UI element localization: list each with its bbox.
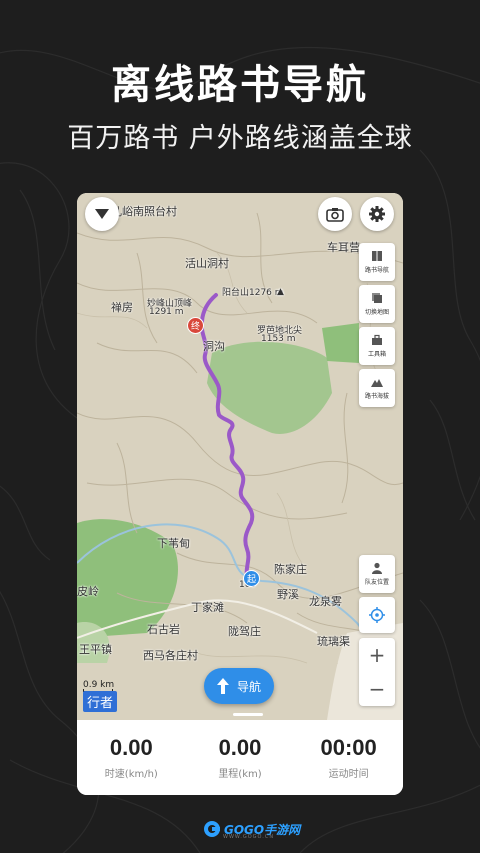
navigate-button[interactable]: 导航: [204, 668, 274, 704]
arrow-up-icon: [216, 678, 229, 694]
route-book-nav-label: 路书导航: [364, 267, 389, 274]
map-label-yexi: 野溪: [277, 588, 299, 601]
map-label-village-top: 儿峪南照台村: [111, 205, 177, 218]
switch-map-button[interactable]: 切换地图: [359, 285, 395, 323]
toolbox-button[interactable]: 工具箱: [359, 327, 395, 365]
map-view[interactable]: 儿峪南照台村 活山洞村 禅房 妙峰山顶峰 1291 m 阳台山1276 m ▲ …: [77, 193, 403, 720]
map-label-chanfang: 禅房: [111, 301, 133, 314]
map-label-miaofeng-elev: 1291 m: [149, 307, 184, 317]
toolbox-label: 工具箱: [367, 351, 386, 358]
brand-logo-sub: WWW.GOGO.CN: [223, 834, 275, 840]
zoom-out-button[interactable]: −: [359, 672, 395, 706]
locate-button[interactable]: [359, 597, 395, 633]
peak-marker-icon: ▲: [277, 287, 284, 297]
crosshair-icon: [369, 607, 385, 623]
terrain-layer: [77, 193, 403, 720]
map-label-cheer: 车耳营: [327, 241, 360, 254]
map-label-shigu: 石古岩: [147, 623, 180, 636]
stat-time-caption: 运动时间: [328, 769, 369, 780]
map-label-xima: 西马各庄村: [143, 649, 198, 662]
start-marker[interactable]: 起: [243, 570, 260, 587]
gogo-logo-icon: [204, 821, 220, 837]
map-label-huoshan: 活山洞村: [185, 257, 229, 270]
toolbox-icon: [372, 334, 382, 345]
team-location-button[interactable]: 队友位置: [359, 555, 395, 593]
stat-distance-value: 0.00: [218, 735, 262, 760]
triangle-down-icon: [95, 209, 109, 219]
drag-handle[interactable]: [233, 713, 263, 717]
map-label-yangtai: 阳台山1276 m: [222, 288, 284, 298]
map-label-longquan: 龙泉雾: [309, 595, 342, 608]
mountain-icon: [371, 379, 383, 387]
zoom-in-button[interactable]: +: [359, 638, 395, 672]
map-label-longjia: 陇驾庄: [228, 625, 261, 638]
stat-time-value: 00:00: [320, 735, 377, 760]
stat-distance: 0.00 里程(km): [190, 735, 290, 780]
layers-icon: [372, 293, 382, 303]
stat-speed-value: 0.00: [109, 735, 153, 760]
promo-subline: 百万路书 户外路线涵盖全球: [67, 123, 413, 154]
end-marker[interactable]: 终: [187, 317, 204, 334]
map-label-liuli: 琉璃渠: [317, 635, 350, 648]
person-icon: [372, 562, 382, 574]
map-label-dongkou: 洞沟: [203, 340, 225, 353]
gear-icon: [369, 206, 385, 222]
zoom-controls: + −: [359, 638, 395, 706]
stat-speed: 0.00 时速(km/h): [81, 735, 181, 780]
map-label-chenjia: 陈家庄: [274, 563, 307, 576]
book-icon: [372, 251, 382, 261]
stat-distance-caption: 里程(km): [218, 769, 262, 780]
stat-speed-caption: 时速(km/h): [104, 769, 158, 780]
stats-panel: 0.00 时速(km/h) 0.00 里程(km) 00:00 运动时间: [77, 720, 403, 795]
route-book-nav-button[interactable]: 路书导航: [359, 243, 395, 281]
team-location-label: 队友位置: [364, 579, 389, 586]
route-elevation-button[interactable]: 路书海拔: [359, 369, 395, 407]
map-label-luoba-elev: 1153 m: [261, 334, 296, 344]
promo-headline: 离线路书导航: [111, 62, 369, 108]
collapse-button[interactable]: [85, 197, 119, 231]
switch-map-label: 切换地图: [364, 309, 389, 316]
camera-button[interactable]: [318, 197, 352, 231]
camera-icon: [326, 207, 344, 222]
brand-logo: GOGO手游网 WWW.GOGO.CN: [203, 820, 300, 840]
map-label-wangping: 王平镇: [79, 643, 112, 656]
map-label-xiawei: 下苇甸: [157, 537, 190, 550]
app-screen: 儿峪南照台村 活山洞村 禅房 妙峰山顶峰 1291 m 阳台山1276 m ▲ …: [77, 193, 403, 795]
mode-badge[interactable]: 行者: [83, 691, 118, 712]
map-label-ling: 皮岭: [77, 585, 99, 598]
settings-button[interactable]: [360, 197, 394, 231]
route-elevation-label: 路书海拔: [364, 393, 389, 400]
map-label-dingjia: 丁家滩: [191, 601, 224, 614]
stat-time: 00:00 运动时间: [299, 735, 399, 780]
navigate-label: 导航: [236, 679, 261, 694]
